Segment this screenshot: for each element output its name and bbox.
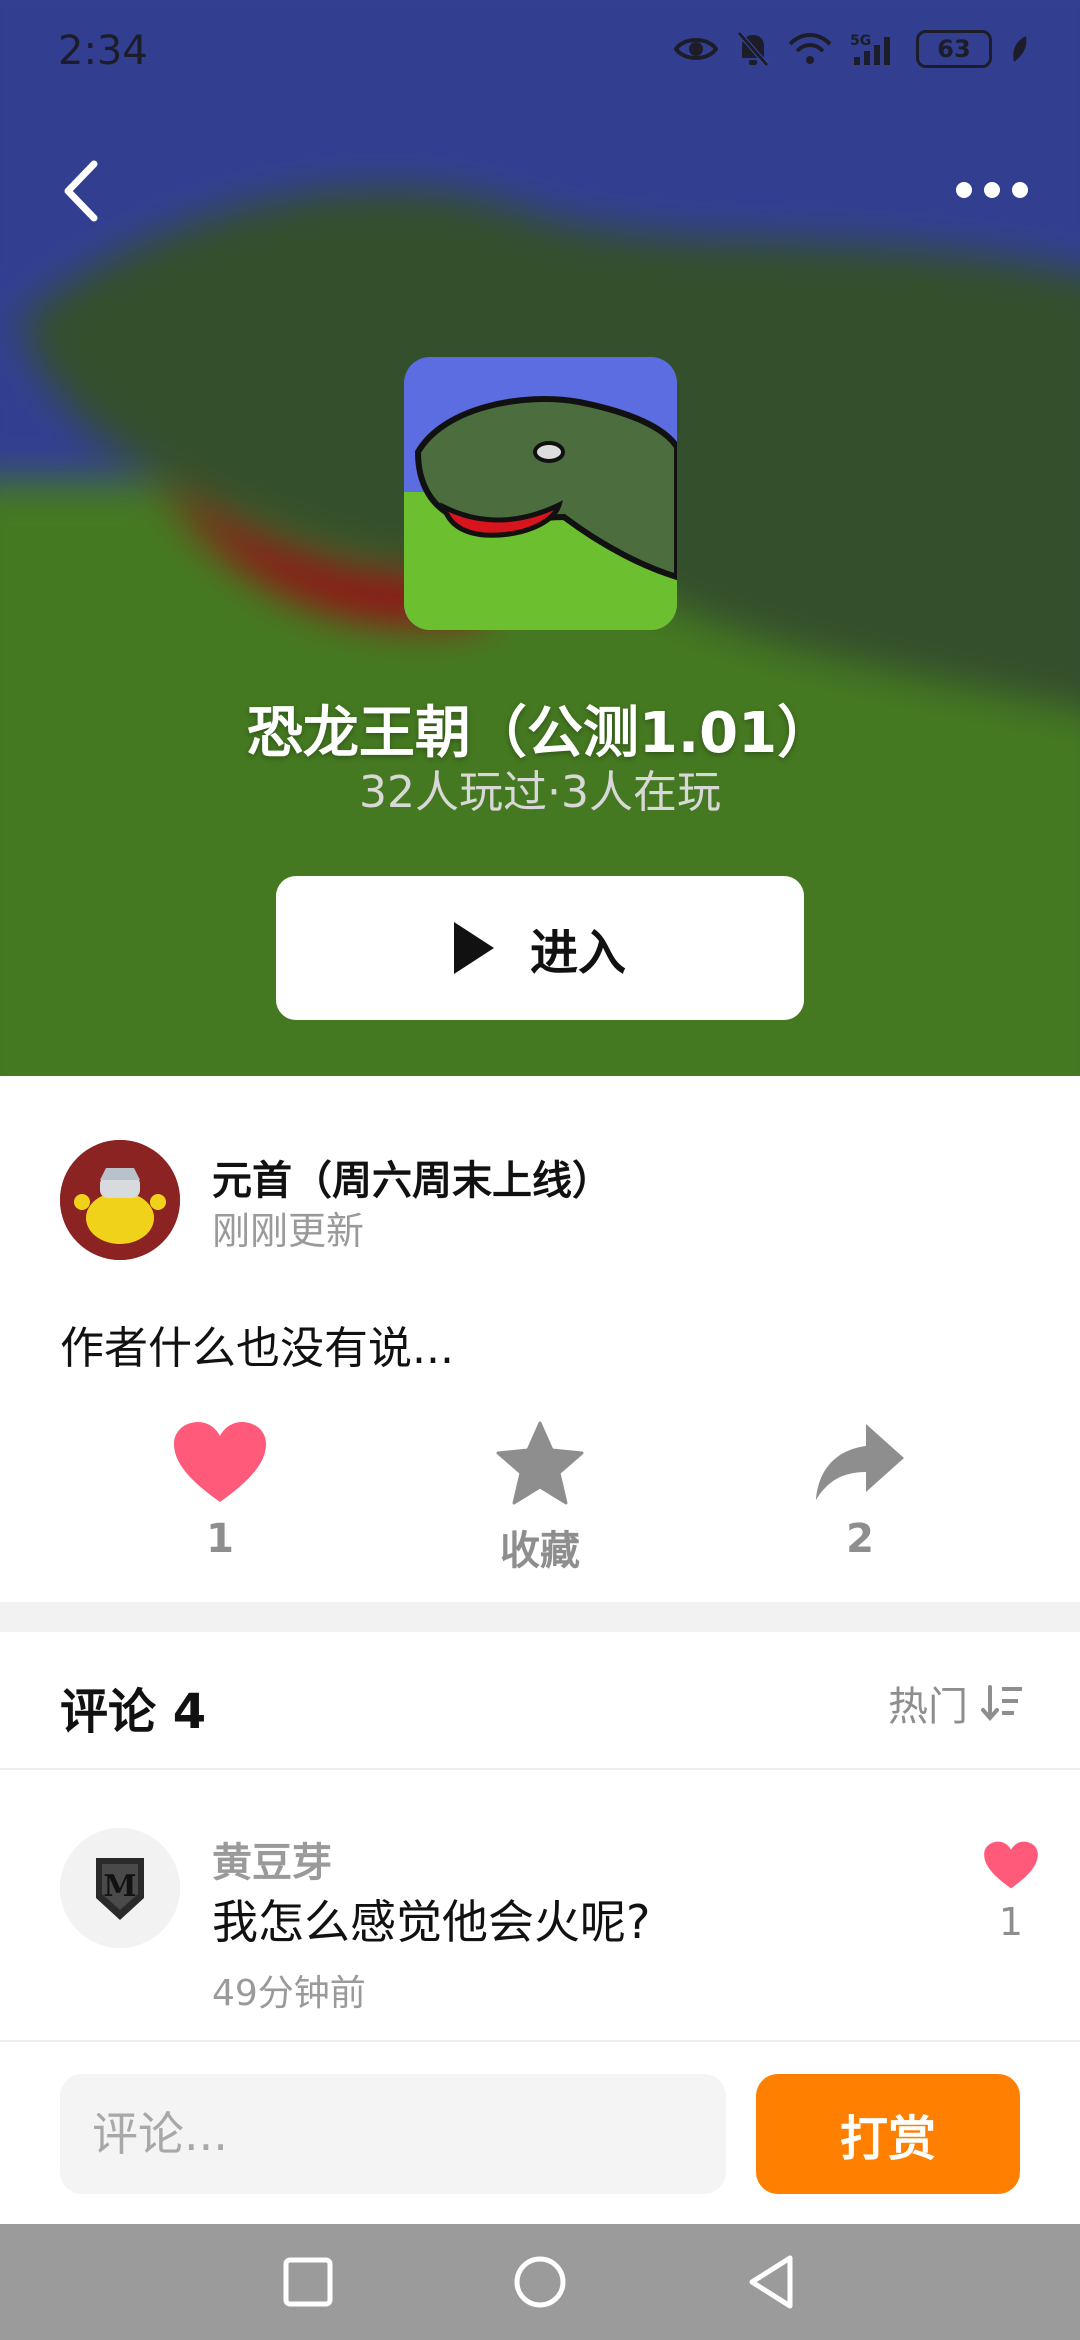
svg-text:M: M — [103, 1869, 136, 1904]
system-nav-bar — [0, 2224, 1080, 2340]
tip-label: 打赏 — [839, 2111, 936, 2167]
triangle-back-icon — [749, 2255, 793, 2309]
tip-button[interactable]: 打赏 — [756, 2074, 1020, 2194]
status-bar: 2:34 5G 63 — [0, 0, 1080, 110]
game-description: 作者什么也没有说... — [60, 1323, 454, 1374]
nav-home-button[interactable] — [508, 2250, 572, 2314]
wifi-icon — [788, 33, 832, 64]
sort-label: 热门 — [888, 1684, 968, 1730]
comment-input[interactable] — [60, 2074, 726, 2194]
author-name[interactable]: 元首（周六周末上线） — [212, 1148, 612, 1206]
comment-like-count: 1 — [998, 1900, 1024, 1944]
status-time: 2:34 — [58, 28, 148, 74]
square-icon — [283, 2257, 333, 2307]
author-avatar[interactable] — [60, 1140, 180, 1260]
share-count: 2 — [846, 1516, 874, 1562]
battery-icon: 63 — [916, 30, 992, 68]
nav-back-button[interactable] — [740, 2250, 804, 2314]
commenter-avatar[interactable]: M — [60, 1828, 180, 1948]
back-button[interactable] — [52, 156, 112, 226]
mute-bell-icon — [737, 31, 769, 67]
comment-like-button[interactable]: 1 — [976, 1840, 1046, 1944]
heart-icon — [174, 1422, 266, 1502]
favorite-button[interactable]: 收藏 — [440, 1420, 640, 1576]
section-divider — [0, 1602, 1080, 1632]
star-icon — [496, 1421, 584, 1505]
heart-icon — [984, 1841, 1038, 1889]
eye-icon — [674, 38, 718, 60]
comment-text: 我怎么感觉他会火呢? — [212, 1895, 651, 1949]
commenter-name[interactable]: 黄豆芽 — [212, 1830, 332, 1888]
more-dot — [984, 182, 1000, 198]
circle-icon — [514, 2256, 566, 2308]
author-updated-time: 刚刚更新 — [212, 1209, 365, 1253]
dinosaur-game-icon — [404, 357, 677, 630]
svg-text:5G: 5G — [850, 33, 871, 49]
more-dot — [956, 182, 972, 198]
chevron-left-icon — [64, 160, 98, 222]
enter-game-button[interactable]: 进入 — [276, 876, 804, 1020]
leaf-icon — [1013, 36, 1027, 62]
enter-label: 进入 — [529, 925, 626, 981]
sort-icon — [981, 1685, 1022, 1722]
more-options-button[interactable] — [956, 166, 1028, 214]
game-play-stats: 32人玩过·3人在玩 — [359, 767, 721, 818]
comments-header: 评论 4 热门 — [0, 1632, 1080, 1770]
status-icons: 5G 63 — [674, 30, 1028, 68]
like-count: 1 — [206, 1516, 234, 1562]
share-button[interactable]: 2 — [760, 1420, 960, 1562]
comment-item: M 黄豆芽 我怎么感觉他会火呢? 49分钟前 1 — [0, 1772, 1080, 2042]
like-button[interactable]: 1 — [120, 1420, 320, 1562]
comment-input-bar: 打赏 — [0, 2042, 1080, 2224]
sort-hot-button[interactable]: 热门 — [888, 1674, 1024, 1732]
more-dot — [1012, 182, 1028, 198]
nav-recent-apps-button[interactable] — [276, 2250, 340, 2314]
comment-time: 49分钟前 — [212, 1973, 366, 2014]
favorite-label: 收藏 — [500, 1528, 580, 1574]
comments-title: 评论 4 — [60, 1684, 207, 1740]
play-icon — [453, 922, 494, 974]
5g-signal-icon: 5G — [850, 33, 890, 65]
share-arrow-icon — [816, 1424, 904, 1500]
